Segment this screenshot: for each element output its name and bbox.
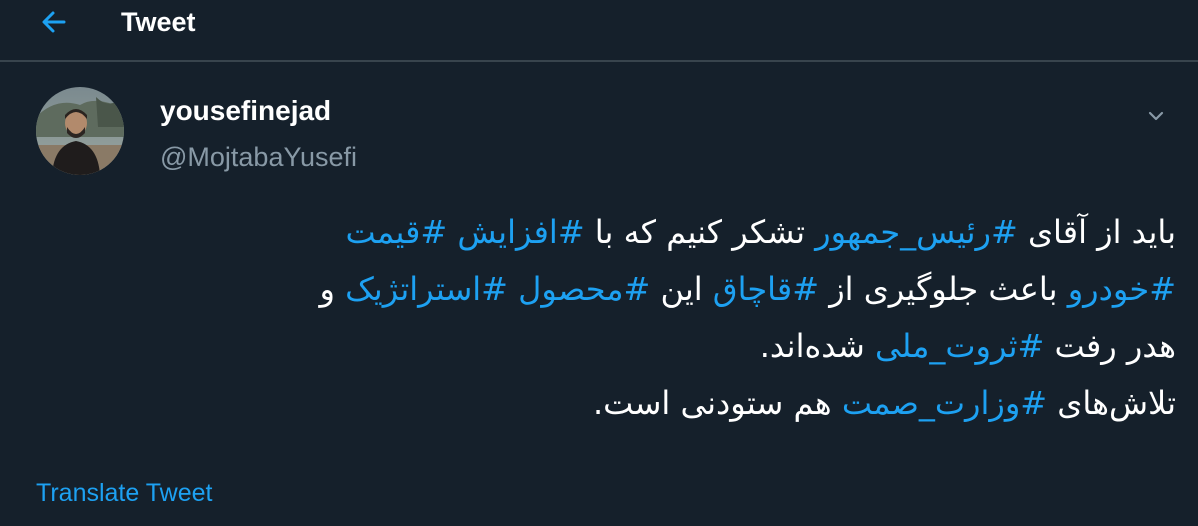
profile-photo <box>36 87 124 175</box>
user-handle: @MojtabaYusefi <box>160 142 358 172</box>
page-title: Tweet <box>121 7 196 37</box>
chevron-down-icon <box>1148 111 1164 121</box>
tweet-text-segment: باید از آقای <box>1017 213 1176 251</box>
tweet-text-segment: شده‌اند. <box>759 327 875 365</box>
tweet-text-segment <box>508 270 518 308</box>
display-name[interactable]: yousefinejad <box>160 92 331 130</box>
tweet-text: باید از آقای #رئیس_جمهور تشکر کنیم که با… <box>36 204 1176 432</box>
tweet-text-segment: هم ستودنی است. <box>593 384 842 422</box>
hashtag-link[interactable]: #رئیس_جمهور <box>815 213 1018 251</box>
hashtag-link[interactable]: #وزارت_صمت <box>842 384 1047 422</box>
tweet-line: هدر رفت #ثروت_ملی شده‌اند. <box>36 318 1176 375</box>
translate-tweet-link[interactable]: Translate Tweet <box>36 476 212 510</box>
tweet-line: باید از آقای #رئیس_جمهور تشکر کنیم که با… <box>36 204 1176 261</box>
hashtag-link[interactable]: #ثروت_ملی <box>875 327 1044 365</box>
tweet-line: #خودرو باعث جلوگیری از #قاچاق این #محصول… <box>36 261 1176 318</box>
avatar[interactable] <box>36 87 124 175</box>
hashtag-link[interactable]: #استراتژیک <box>345 270 508 308</box>
more-options-button[interactable] <box>1140 100 1172 132</box>
hashtag-link[interactable]: #محصول <box>518 270 650 308</box>
tweet-text-segment: تلاش‌های <box>1047 384 1176 422</box>
arrow-left-icon <box>42 11 66 33</box>
tweet-line: تلاش‌های #وزارت_صمت هم ستودنی است. <box>36 375 1176 432</box>
hashtag-link[interactable]: #افزایش <box>457 213 584 251</box>
tweet-text-segment: باعث جلوگیری از <box>819 270 1068 308</box>
hashtag-link[interactable]: #خودرو <box>1068 270 1176 308</box>
tweet-page: Tweet yousefinejad @MojtabaYusefi باید ا… <box>0 0 1198 526</box>
hashtag-link[interactable]: #قیمت <box>346 213 448 251</box>
top-bar: Tweet <box>0 0 1198 62</box>
tweet-text-segment: این <box>650 270 713 308</box>
tweet-text-segment <box>447 213 457 251</box>
tweet-text-segment: و <box>319 270 346 308</box>
tweet-text-segment: هدر رفت <box>1044 327 1176 365</box>
back-button[interactable] <box>28 2 80 42</box>
tweet-text-segment: تشکر کنیم که با <box>584 213 816 251</box>
hashtag-link[interactable]: #قاچاق <box>713 270 819 308</box>
